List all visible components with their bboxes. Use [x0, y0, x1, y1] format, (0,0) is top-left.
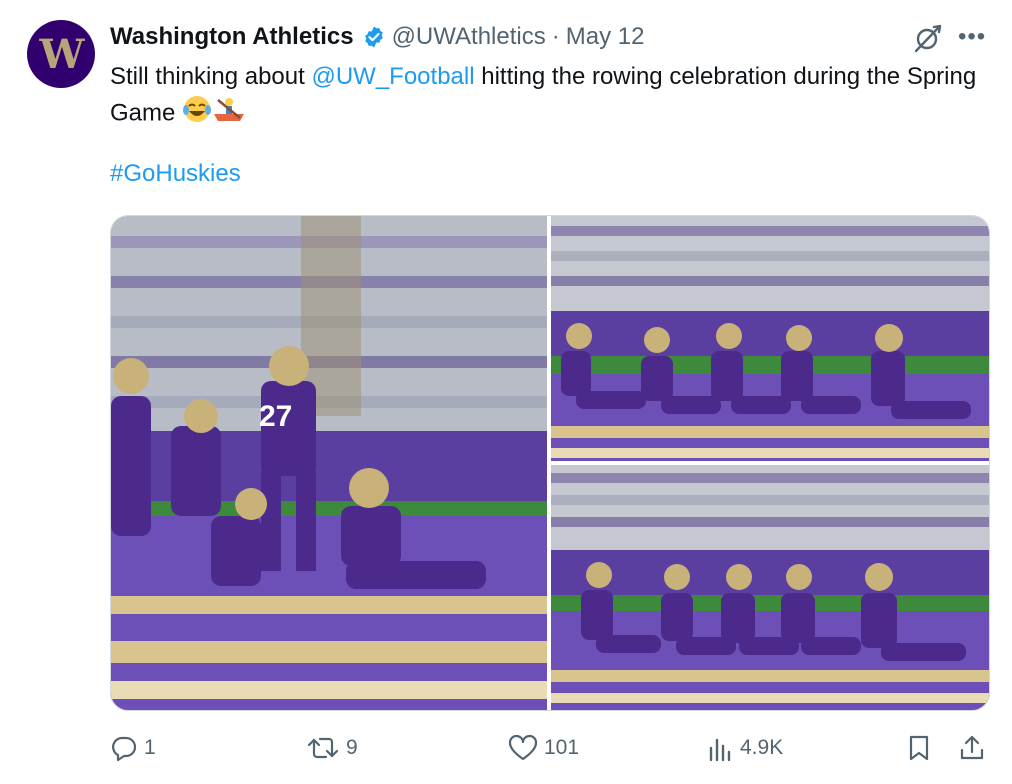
handle[interactable]: @UWAthletics	[392, 23, 546, 51]
share-button[interactable]	[958, 734, 992, 762]
reply-button[interactable]: 1	[110, 734, 156, 762]
hashtag-link[interactable]: #GoHuskies	[110, 160, 241, 188]
rowing-boat-emoji-icon	[212, 94, 246, 134]
verified-badge-icon[interactable]	[362, 25, 386, 49]
repost-count: 9	[346, 736, 358, 759]
like-count: 101	[544, 736, 580, 759]
repost-icon	[307, 737, 339, 759]
views-count: 4.9K	[740, 736, 784, 759]
grok-icon[interactable]	[912, 22, 944, 54]
views-icon	[709, 738, 731, 762]
repost-button[interactable]: 9	[306, 734, 358, 762]
mention-link[interactable]: @UW_Football	[311, 63, 474, 90]
photo-1[interactable]: 27	[111, 216, 547, 710]
like-button[interactable]: 101	[508, 734, 579, 762]
tweet-header: Washington Athletics @UWAthletics · May …	[110, 22, 644, 52]
svg-text:27: 27	[259, 400, 292, 433]
action-bar: 1 9 101 4.9K	[0, 730, 1012, 770]
bookmark-icon	[909, 735, 929, 761]
share-icon	[960, 735, 984, 760]
views-button[interactable]: 4.9K	[708, 734, 783, 762]
avatar-letter: W	[39, 30, 85, 78]
tweet-text: Still thinking about @UW_Football hittin…	[110, 60, 990, 134]
reply-count: 1	[144, 736, 156, 759]
display-name[interactable]: Washington Athletics	[110, 23, 354, 51]
avatar[interactable]: W	[27, 20, 95, 88]
laughing-emoji-icon	[182, 94, 212, 134]
media-grid: 27	[110, 215, 990, 711]
photo-2[interactable]	[551, 216, 989, 461]
separator: ·	[551, 23, 560, 50]
bookmark-button[interactable]	[906, 734, 938, 762]
tweet-date[interactable]: May 12	[566, 23, 645, 51]
more-options-icon[interactable]: •••	[958, 22, 986, 52]
heart-icon	[508, 734, 538, 761]
photo-3[interactable]	[551, 465, 989, 710]
reply-icon	[112, 736, 137, 762]
tweet-text-before: Still thinking about	[110, 63, 312, 90]
